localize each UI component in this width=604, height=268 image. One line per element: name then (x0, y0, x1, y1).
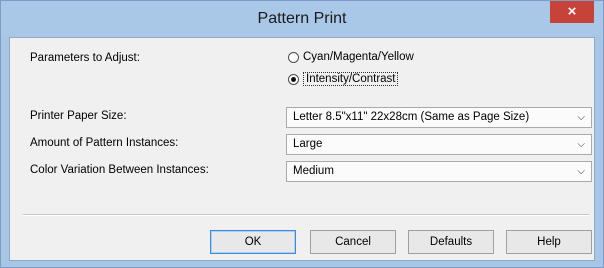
parameters-label: Parameters to Adjust: (30, 52, 140, 64)
amount-select[interactable]: Large ⌵ (286, 134, 592, 155)
chevron-down-icon: ⌵ (577, 112, 585, 123)
radio-cyan-magenta-yellow[interactable]: Cyan/Magenta/Yellow (288, 51, 414, 63)
amount-value: Large (293, 138, 323, 150)
title-bar[interactable]: Pattern Print × (1, 1, 603, 37)
close-icon: × (567, 3, 577, 20)
chevron-down-icon: ⌵ (577, 139, 585, 150)
radio-label: Intensity/Contrast (303, 72, 399, 86)
paper-size-select[interactable]: Letter 8.5"x11" 22x28cm (Same as Page Si… (286, 107, 592, 128)
paper-size-value: Letter 8.5"x11" 22x28cm (Same as Page Si… (293, 111, 530, 123)
paper-size-label: Printer Paper Size: (30, 110, 127, 122)
amount-label: Amount of Pattern Instances: (30, 137, 179, 149)
radio-checked-icon (288, 73, 299, 85)
variation-value: Medium (293, 165, 334, 177)
defaults-button[interactable]: Defaults (408, 230, 494, 254)
cancel-button[interactable]: Cancel (310, 230, 396, 254)
separator (23, 214, 589, 216)
dialog-window: Pattern Print × Parameters to Adjust: Cy… (0, 0, 604, 268)
chevron-down-icon: ⌵ (577, 166, 585, 177)
variation-select[interactable]: Medium ⌵ (286, 161, 592, 182)
dialog-body: Parameters to Adjust: Cyan/Magenta/Yello… (9, 37, 595, 261)
close-button[interactable]: × (550, 1, 594, 23)
variation-label: Color Variation Between Instances: (30, 164, 209, 176)
help-button[interactable]: Help (506, 230, 592, 254)
radio-intensity-contrast[interactable]: Intensity/Contrast (288, 72, 399, 86)
ok-button[interactable]: OK (210, 230, 296, 254)
dialog-title: Pattern Print (257, 10, 347, 27)
radio-icon (288, 51, 299, 63)
radio-label: Cyan/Magenta/Yellow (303, 51, 414, 63)
